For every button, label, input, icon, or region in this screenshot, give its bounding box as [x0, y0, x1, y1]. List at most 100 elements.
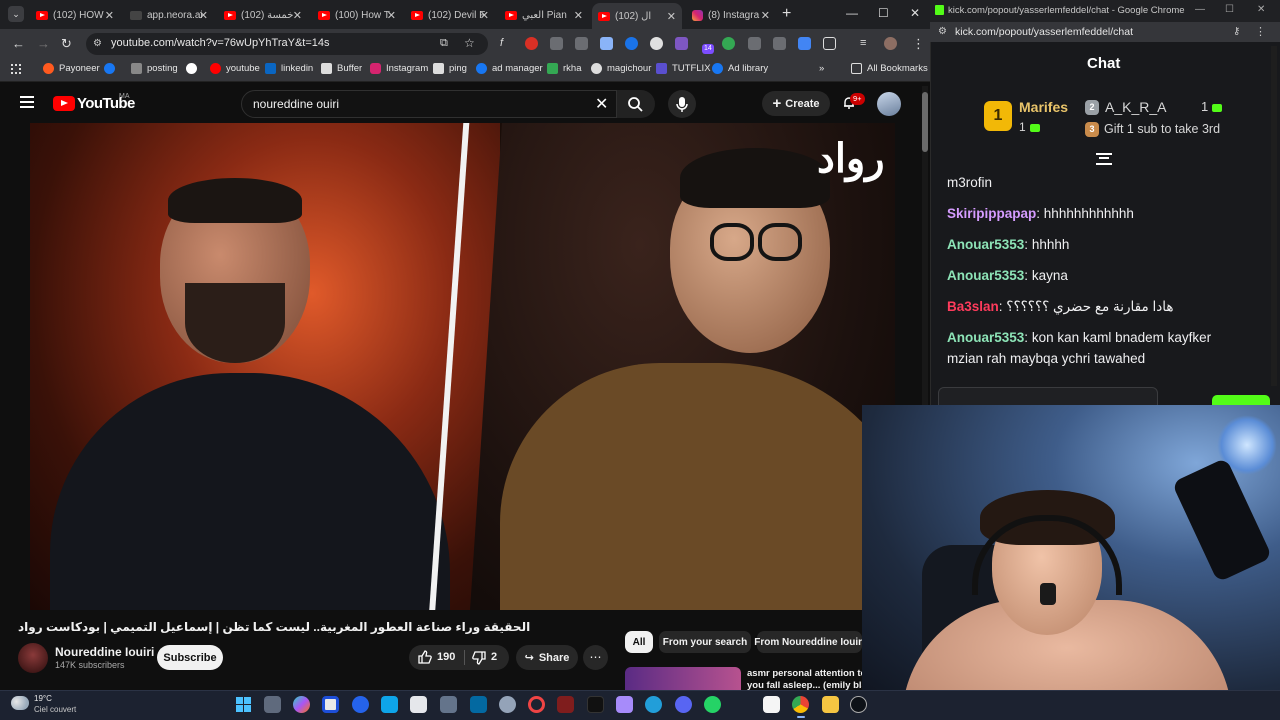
minimize-button[interactable]: —: [1195, 4, 1205, 15]
font-extension-icon[interactable]: f: [500, 37, 513, 50]
close-tab-icon[interactable]: ✕: [761, 9, 770, 22]
weather-temperature[interactable]: 19°C: [34, 694, 52, 703]
bookmark-tutflix[interactable]: TUTFLIX: [656, 63, 711, 74]
extension-icon[interactable]: [650, 37, 663, 50]
bookmark-youtube[interactable]: youtube: [210, 63, 260, 74]
extension-icon[interactable]: [722, 37, 735, 50]
extension-icon[interactable]: [675, 37, 688, 50]
bookmark-facebook[interactable]: [104, 63, 120, 74]
tab-3[interactable]: (102) خمسة ✕: [218, 4, 308, 26]
forward-button[interactable]: →: [37, 36, 50, 51]
site-info-icon[interactable]: ⚙: [93, 38, 102, 49]
dislike-button[interactable]: [471, 650, 487, 671]
weather-description[interactable]: Ciel couvert: [34, 705, 76, 714]
site-info-icon[interactable]: ⚙: [938, 26, 947, 37]
close-window-button[interactable]: ✕: [1257, 4, 1265, 15]
telegram-icon[interactable]: [645, 696, 662, 713]
bookmark-star-icon[interactable]: ☆: [464, 36, 475, 50]
file-app-icon[interactable]: [410, 696, 427, 713]
task-view-icon[interactable]: [264, 696, 281, 713]
extension-icon[interactable]: [773, 37, 786, 50]
extension-icon[interactable]: [625, 37, 638, 50]
windows-start-icon[interactable]: [235, 696, 252, 713]
github-icon[interactable]: [850, 696, 867, 713]
bookmark-ad-library[interactable]: Ad library: [712, 63, 768, 74]
extensions-puzzle-icon[interactable]: [823, 37, 836, 50]
tab-6[interactable]: العبي Pian ✕: [499, 4, 589, 26]
profile-avatar[interactable]: [884, 37, 897, 50]
hamburger-menu-icon[interactable]: [20, 96, 34, 108]
chat-username[interactable]: Anouar5353: [947, 237, 1024, 252]
top-gifter-name[interactable]: Marifes: [1019, 99, 1068, 115]
install-icon[interactable]: ⧉: [440, 37, 448, 50]
share-button[interactable]: ↪ Share: [516, 645, 578, 670]
media-control-icon[interactable]: ≡: [860, 37, 873, 50]
opera-icon[interactable]: [528, 696, 545, 713]
bookmark-linkedin[interactable]: linkedin: [265, 63, 313, 74]
settings-icon[interactable]: [499, 696, 516, 713]
whatsapp-icon[interactable]: [704, 696, 721, 713]
reload-button[interactable]: ↻: [61, 36, 72, 52]
voice-search-button[interactable]: [668, 90, 696, 118]
channel-name[interactable]: Noureddine Iouiri: [55, 645, 154, 659]
chip-from-channel[interactable]: From Noureddine Iouiri: [754, 631, 865, 653]
collapse-leaderboard-icon[interactable]: [1096, 153, 1112, 165]
chrome-menu-icon[interactable]: ⋮: [912, 36, 925, 52]
search-button[interactable]: [617, 90, 655, 118]
close-tab-icon[interactable]: ✕: [480, 9, 489, 22]
explorer-icon[interactable]: [822, 696, 839, 713]
like-button[interactable]: [417, 649, 433, 670]
bookmark-magichour[interactable]: magichour: [591, 63, 651, 74]
tiktok-icon[interactable]: [587, 696, 604, 713]
chrome-menu-icon[interactable]: ⋮: [1255, 25, 1266, 38]
close-window-button[interactable]: ✕: [910, 6, 920, 20]
bookmark-payoneer[interactable]: Payoneer: [43, 63, 100, 74]
key-icon[interactable]: ⚷: [1233, 26, 1240, 37]
outlook-icon[interactable]: [470, 696, 487, 713]
store-icon[interactable]: [440, 696, 457, 713]
app-l-icon[interactable]: [322, 696, 339, 713]
second-gifter-name[interactable]: A_K_R_A: [1105, 99, 1166, 115]
tab-8[interactable]: (8) Instagra ✕: [686, 4, 776, 26]
chat-username[interactable]: Ba3slan: [947, 299, 999, 314]
chat-username[interactable]: Anouar5353: [947, 268, 1024, 283]
channel-avatar[interactable]: [18, 643, 48, 673]
maximize-button[interactable]: ☐: [878, 6, 889, 20]
minimize-button[interactable]: —: [846, 6, 858, 20]
bookmark-rkha[interactable]: rkha: [547, 63, 581, 74]
extension-icon[interactable]: [748, 37, 761, 50]
app-blue-icon[interactable]: [352, 696, 369, 713]
chat-scrollbar[interactable]: [1271, 46, 1277, 386]
cloudy-weather-icon[interactable]: [11, 696, 29, 710]
gift-sub-prompt[interactable]: Gift 1 sub to take 3rd: [1104, 122, 1220, 136]
clear-search-icon[interactable]: ✕: [595, 94, 608, 114]
bookmark-google[interactable]: [186, 63, 202, 74]
tab-7-active[interactable]: (102) ال ✕: [592, 3, 682, 29]
extension-icon[interactable]: [550, 37, 563, 50]
video-player[interactable]: رواد: [30, 123, 895, 610]
tab-5[interactable]: (102) Devil F ✕: [405, 4, 495, 26]
apps-grid-icon[interactable]: [11, 64, 21, 74]
bookmark-ad-manager[interactable]: ad manager: [476, 63, 543, 74]
chip-all[interactable]: All: [625, 631, 653, 653]
bookmark-ping[interactable]: ping: [433, 63, 467, 74]
vscode-icon[interactable]: [381, 696, 398, 713]
back-button[interactable]: ←: [12, 36, 25, 51]
notion-icon[interactable]: [763, 696, 780, 713]
tab-4[interactable]: (100) How T ✕: [312, 4, 402, 26]
chip-from-your-search[interactable]: From your search: [659, 631, 751, 653]
winrar-icon[interactable]: [557, 696, 574, 713]
close-tab-icon[interactable]: ✕: [387, 9, 396, 22]
tab-2[interactable]: app.neora.ai ✕: [124, 4, 214, 26]
create-button[interactable]: + Create: [762, 91, 830, 116]
bookmark-instagram[interactable]: Instagram: [370, 63, 428, 74]
account-avatar[interactable]: [877, 92, 901, 116]
copilot-icon[interactable]: [293, 696, 310, 713]
bookmark-buffer[interactable]: Buffer: [321, 63, 362, 74]
tab-search-button[interactable]: ⌄: [8, 6, 24, 22]
close-tab-icon[interactable]: ✕: [574, 9, 583, 22]
photos-icon[interactable]: [616, 696, 633, 713]
extension-icon[interactable]: [600, 37, 613, 50]
discord-icon[interactable]: [675, 696, 692, 713]
extension-icon[interactable]: [525, 37, 538, 50]
